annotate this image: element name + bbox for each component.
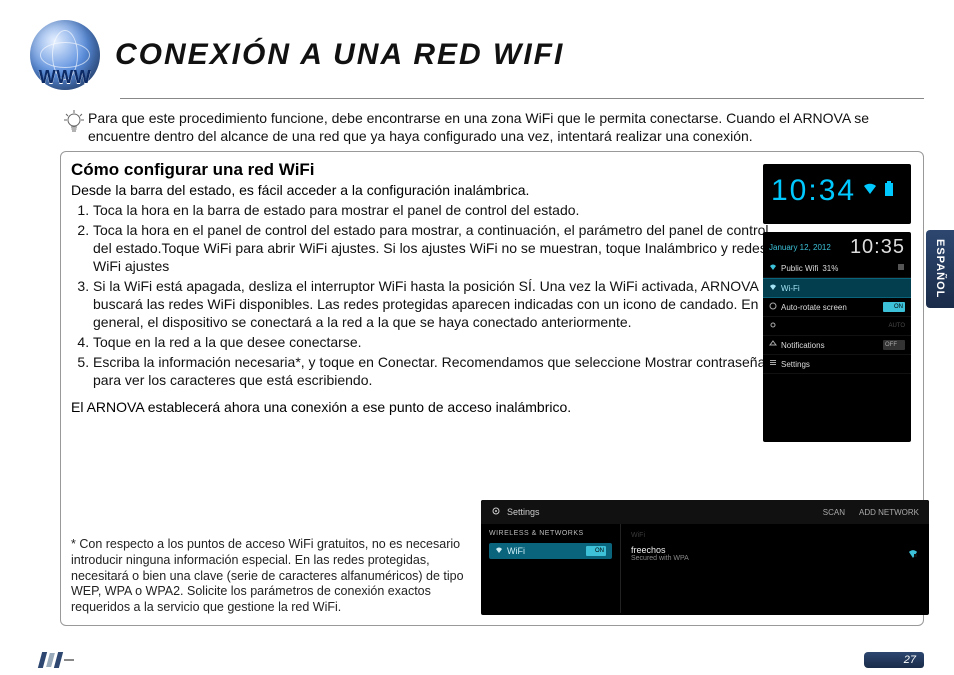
panel-clock: 10:35: [850, 236, 905, 259]
brightness-auto-label: AUTO: [888, 323, 905, 329]
network-name: freechos: [631, 545, 689, 555]
settings-title: Settings: [507, 507, 540, 517]
rotate-icon: [769, 302, 777, 312]
step-1: Toca la hora en la barra de estado para …: [93, 202, 791, 220]
battery-icon: [884, 181, 894, 202]
panel-date: January 12, 2012: [769, 243, 831, 252]
wifi-small-icon: [769, 263, 777, 273]
settings-category: WIRELESS & NETWORKS: [489, 530, 612, 537]
step-4: Toque en la red a la que desee conectars…: [93, 334, 791, 352]
screenshot-status-panel: January 12, 2012 10:35 Public Wifi 31%: [763, 232, 911, 442]
screenshot-settings: Settings SCAN ADD NETWORK WIRELESS & NET…: [481, 500, 929, 615]
page-number: 27: [864, 652, 924, 668]
network-security: Secured with WPA: [631, 555, 689, 562]
panel-network-name: Public Wifi: [781, 264, 818, 273]
step-3: Si la WiFi está apagada, desliza el inte…: [93, 278, 791, 332]
brightness-icon: [769, 321, 777, 331]
gear-icon: [491, 506, 501, 518]
globe-www-label: WWW: [30, 67, 100, 88]
lightbulb-icon: [60, 109, 88, 143]
screenshot-clock-widget: 10:34: [763, 164, 911, 224]
scan-action: SCAN: [823, 508, 845, 517]
steps-list: Toca la hora en la barra de estado para …: [71, 202, 791, 389]
panel-autorotate-label: Auto-rotate screen: [781, 303, 847, 312]
settings-wifi-toggle: ON: [586, 546, 606, 556]
add-network-action: ADD NETWORK: [859, 508, 919, 517]
title-underline: [120, 98, 924, 99]
language-tab-label: ESPAÑOL: [934, 239, 946, 298]
wifi-lock-icon: [907, 547, 919, 561]
panel-wifi-label: Wi-Fi: [781, 284, 800, 293]
wifi-sidebar-icon: [495, 546, 503, 556]
notifications-icon: [769, 340, 777, 350]
settings-wifi-row: WiFi ON: [489, 543, 612, 559]
wifi-row-icon: [769, 283, 777, 293]
footnote-text: * Con respecto a los puntos de acceso Wi…: [71, 537, 471, 615]
step-5: Escriba la información necesaria*, y toq…: [93, 354, 791, 390]
intro-text: Para que este procedimiento funcione, de…: [88, 109, 924, 145]
content-frame: Cómo configurar una red WiFi Desde la ba…: [60, 151, 924, 626]
wifi-icon: [862, 182, 878, 201]
settings-wifi-label: WiFi: [507, 546, 525, 556]
autorotate-toggle: ON: [883, 302, 905, 312]
settings-main-header: WiFi: [631, 532, 919, 539]
footer-decoration: [40, 652, 74, 668]
page-title: CONEXIÓN A UNA RED WIFI: [115, 38, 564, 72]
step-2: Toca la hora en el panel de control del …: [93, 222, 791, 276]
settings-icon: [769, 359, 777, 369]
panel-settings-label: Settings: [781, 360, 810, 369]
after-steps-text: El ARNOVA establecerá ahora una conexión…: [71, 399, 791, 415]
language-tab: ESPAÑOL: [926, 230, 954, 308]
sliders-icon: [897, 263, 905, 273]
clock-time: 10:34: [771, 174, 856, 208]
notifications-toggle: OFF: [883, 340, 905, 350]
globe-www-icon: WWW: [30, 20, 100, 90]
panel-signal: 31%: [822, 264, 838, 273]
panel-notifications-label: Notifications: [781, 341, 825, 350]
